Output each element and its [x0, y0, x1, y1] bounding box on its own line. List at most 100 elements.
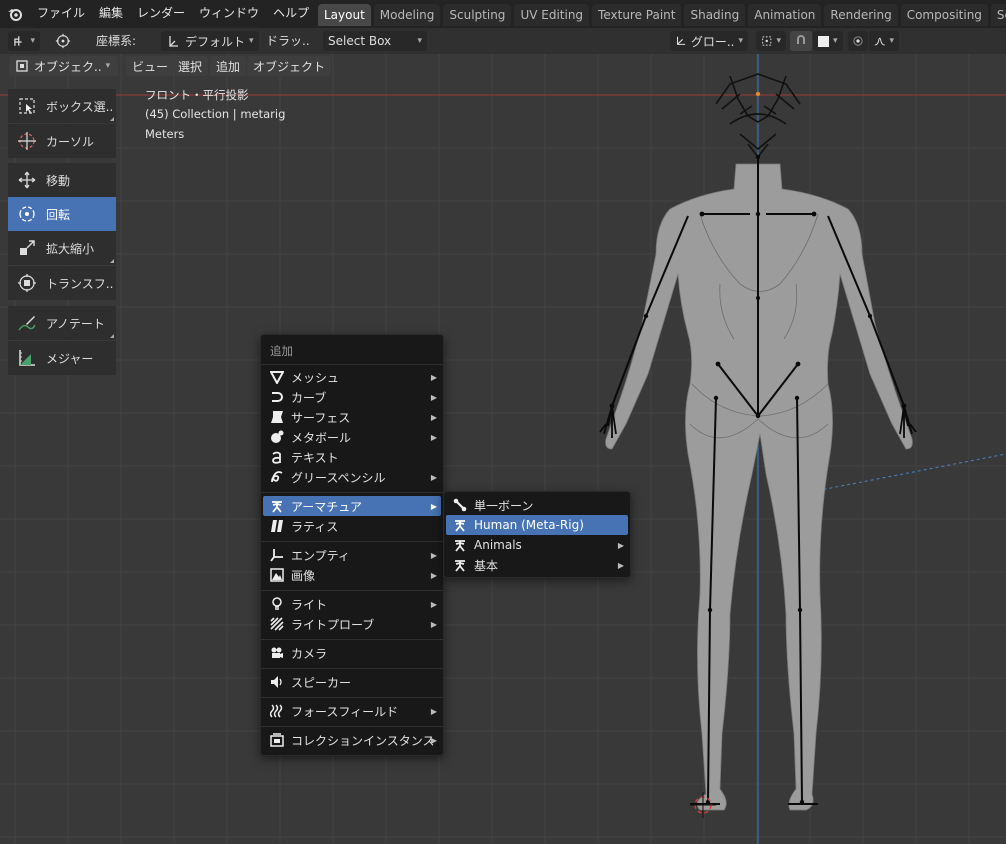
menu-item-camera[interactable]: カメラ: [263, 643, 441, 663]
object-menu[interactable]: オブジェクト: [247, 56, 332, 76]
curve-icon: [263, 390, 291, 404]
menu-item-light-probe[interactable]: ライトプローブ ▶: [263, 614, 441, 634]
view-menu[interactable]: ビュー: [126, 56, 175, 76]
tab-layout[interactable]: Layout: [318, 4, 371, 26]
collection-instance-icon: [263, 733, 291, 747]
3d-viewport[interactable]: フロント・平行投影 (45) Collection | metarig Mete…: [0, 54, 1006, 844]
tool-move[interactable]: 移動: [8, 163, 116, 197]
submenu-item-animals[interactable]: Animals ▶: [446, 535, 628, 555]
transform-pivot-dropdown[interactable]: グロー.. ▾: [670, 31, 748, 51]
force-field-icon: [263, 704, 291, 718]
menu-item-label: ライト: [291, 597, 328, 612]
tab-uv-editing[interactable]: UV Editing: [514, 4, 590, 26]
menu-item-grease-pencil[interactable]: グリースペンシル ▶: [263, 467, 441, 487]
snap-element-dropdown[interactable]: ▾: [813, 31, 843, 51]
tab-shading[interactable]: Shading: [684, 4, 746, 26]
menu-item-text[interactable]: テキスト: [263, 447, 441, 467]
tab-scripting[interactable]: Scripting: [990, 4, 1006, 26]
blender-logo-icon[interactable]: [0, 0, 30, 28]
menu-item-label: グリースペンシル: [291, 470, 386, 485]
collection-info: (45) Collection | metarig: [145, 107, 286, 121]
menu-item-label: 画像: [291, 568, 316, 583]
mesh-icon: [263, 370, 291, 384]
orientation-dropdown[interactable]: デフォルト ▾: [161, 31, 259, 51]
menu-item-collection-instance[interactable]: コレクションインスタンス ▶: [263, 730, 441, 750]
tool-measure[interactable]: メジャー: [8, 341, 116, 375]
menu-item-mesh[interactable]: メッシュ ▶: [263, 367, 441, 387]
tool-label: アノテート: [46, 316, 105, 331]
armature-icon: [446, 518, 474, 532]
transform-affect-icon[interactable]: ▾: [8, 31, 40, 51]
orientation-icon: [169, 36, 178, 47]
submenu-item-label: Human (Meta-Rig): [474, 518, 584, 532]
menu-item-label: カーブ: [291, 390, 327, 405]
submenu-item-basic[interactable]: 基本 ▶: [446, 555, 628, 575]
tab-compositing[interactable]: Compositing: [900, 4, 988, 26]
menu-item-label: スピーカー: [291, 675, 352, 690]
tool-rotate[interactable]: 回転: [8, 197, 116, 231]
viewport-grid: [0, 54, 1006, 844]
metaball-icon: [263, 430, 291, 444]
menu-item-label: カメラ: [291, 646, 328, 661]
submenu-item-label: 単一ボーン: [474, 498, 534, 513]
menu-item-label: エンプティ: [291, 548, 350, 563]
tool-annotate[interactable]: アノテート: [8, 306, 116, 340]
menu-edit[interactable]: 編集: [92, 0, 130, 28]
image-icon: [263, 568, 291, 582]
snap-magnet-icon[interactable]: [790, 31, 812, 51]
tab-animation[interactable]: Animation: [748, 4, 822, 26]
tab-sculpting[interactable]: Sculpting: [443, 4, 512, 26]
menu-item-speaker[interactable]: スピーカー: [263, 672, 441, 692]
tool-box-select[interactable]: ボックス選..: [8, 89, 116, 123]
menu-file[interactable]: ファイル: [30, 0, 92, 28]
menu-item-label: メッシュ: [291, 370, 340, 385]
text-icon: [263, 450, 291, 464]
submenu-item-human-meta-rig[interactable]: Human (Meta-Rig): [446, 515, 628, 535]
menu-item-curve[interactable]: カーブ ▶: [263, 387, 441, 407]
add-menu-popup: 追加 メッシュ ▶ カーブ ▶ サーフェス ▶ メタボール ▶ テキスト グリースペンシ…: [260, 334, 444, 756]
tool-label: 移動: [46, 173, 71, 188]
menu-item-label: サーフェス: [291, 410, 351, 425]
menu-item-label: アーマチュア: [291, 499, 363, 514]
tool-label: 回転: [46, 207, 71, 222]
menu-item-empty[interactable]: エンプティ ▶: [263, 545, 441, 565]
proportional-edit-icon[interactable]: [848, 31, 868, 51]
cursor-icon: [8, 131, 46, 151]
empty-icon: [263, 548, 291, 562]
menu-item-lattice[interactable]: ラティス: [263, 516, 441, 536]
tool-scale[interactable]: 拡大縮小: [8, 231, 116, 265]
drag-select-value: Select Box: [328, 34, 392, 48]
measure-icon: [8, 348, 46, 368]
menu-render[interactable]: レンダー: [130, 0, 192, 28]
proportional-falloff-dropdown[interactable]: ▾: [869, 31, 899, 51]
grease-pencil-icon: [263, 470, 291, 484]
global-axes-icon: [676, 36, 686, 45]
tool-transform[interactable]: トランスフ..: [8, 266, 116, 300]
menu-item-surface[interactable]: サーフェス ▶: [263, 407, 441, 427]
tab-modeling[interactable]: Modeling: [373, 4, 441, 26]
camera-icon: [263, 646, 291, 660]
orientation-value: デフォルト: [185, 34, 246, 49]
transform-pivot-icon[interactable]: [50, 31, 76, 51]
menu-item-image[interactable]: 画像 ▶: [263, 565, 441, 585]
menu-item-label: フォースフィールド: [291, 704, 399, 719]
add-menu[interactable]: 追加: [210, 56, 247, 76]
menu-item-metaball[interactable]: メタボール ▶: [263, 427, 441, 447]
submenu-item-single-bone[interactable]: 単一ボーン: [446, 495, 628, 515]
units-label: Meters: [145, 127, 185, 141]
menu-help[interactable]: ヘルプ: [266, 0, 316, 28]
menu-window[interactable]: ウィンドウ: [192, 0, 266, 28]
tab-texture-paint[interactable]: Texture Paint: [592, 4, 682, 26]
tab-rendering[interactable]: Rendering: [824, 4, 898, 26]
menu-item-armature[interactable]: アーマチュア ▶: [263, 496, 441, 516]
tool-cursor[interactable]: カーソル: [8, 124, 116, 158]
menu-item-force-field[interactable]: フォースフィールド ▶: [263, 701, 441, 721]
select-menu[interactable]: 選択: [172, 56, 209, 76]
menu-item-light[interactable]: ライト ▶: [263, 594, 441, 614]
mode-dropdown[interactable]: オブジェク.. ▾: [9, 56, 118, 76]
drag-select-dropdown[interactable]: Select Box ▾: [323, 31, 427, 51]
transform-icon: [8, 273, 46, 293]
tool-label: トランスフ..: [46, 276, 114, 291]
snap-target-icon[interactable]: ▾: [756, 31, 786, 51]
move-icon: [8, 170, 46, 190]
